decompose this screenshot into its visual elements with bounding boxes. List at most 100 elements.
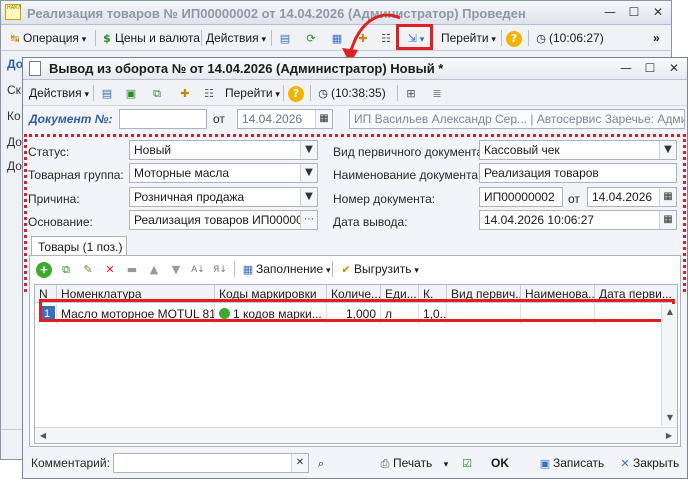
bg-help-button[interactable]: ? [506,29,522,47]
move-up-button[interactable]: ▲ [146,260,162,278]
checkmark-icon: ☑ [462,456,472,470]
save-button[interactable]: ▣ Записать [537,454,604,472]
close-button[interactable]: ✕ Закрыть [617,454,679,472]
dialog-close-icon[interactable]: ✕ [667,61,681,75]
bg-letter-2: Ск [7,83,21,97]
tab-goods[interactable]: Товары (1 поз.) [31,236,127,256]
document-icon [29,61,41,76]
list-icon: ≣ [432,86,442,100]
create-based-button[interactable]: ✚ [177,84,193,102]
organization-field[interactable]: ИП Васильев Александр Сер... | Автосерви… [349,109,685,129]
post-button[interactable]: ▤ [99,84,115,102]
refresh-icon: ⟳ [306,31,316,45]
time-label: (10:38:35) [331,86,386,100]
add-row-button[interactable]: + [36,260,52,278]
document-number-field[interactable] [119,109,207,129]
dialog-footer: Комментарий: ✕ ⌕ ⎙ Печать ▾ ☑ OK ▣ Записат… [23,448,687,478]
table-row-highlight [39,299,675,322]
scroll-up-icon[interactable]: ▲ [662,304,678,320]
help-button[interactable]: ? [288,84,304,102]
sort-desc-button[interactable]: Я↓ [212,260,228,278]
hierarchy-icon: ⊞ [406,86,416,100]
close-x-icon: ✕ [620,456,630,470]
document-header-row: Документ №: от 14.04.2026 ▦ ИП Васильев … [23,106,687,134]
bg-post-button[interactable]: ▤ [277,29,293,47]
bg-time-label: (10:06:27) [549,31,604,45]
structure-icon: ☷ [204,86,214,100]
print-dropdown-icon[interactable]: ▾ [432,460,449,470]
bg-actions-menu[interactable]: Действия [206,29,266,47]
vertical-scrollbar[interactable]: ▲ ▼ [661,304,677,426]
actions-menu[interactable]: Действия [29,84,89,102]
end-edit-icon: ▬ [126,262,138,276]
ok-button[interactable]: OK [491,454,509,472]
arrow-down-icon: ▼ [171,262,181,276]
list-button[interactable]: ≣ [429,84,445,102]
document-post-icon: ▤ [101,86,113,100]
print-menu[interactable]: ⎙ Печать ▾ [377,454,449,472]
clock-icon: ◷ [318,86,328,100]
comment-search-button[interactable]: ⌕ [313,454,329,472]
bg-letter-3: Ко [7,109,21,123]
end-edit-button[interactable]: ▬ [124,260,140,278]
save-doc-button[interactable]: ▣ [123,84,139,102]
save-icon: ▣ [539,456,551,470]
print-check-button[interactable]: ☑ [459,454,475,472]
move-down-button[interactable]: ▼ [168,260,184,278]
bg-time-button[interactable]: ◷ (10:06:27) [533,29,604,47]
bg-letter-5: До [7,159,22,173]
close-label: Закрыть [633,456,680,470]
document-number-label: Документ №: [29,112,113,126]
bg-letter-1: До [7,57,24,71]
goto-menu[interactable]: Перейти [225,84,280,102]
minimize-icon[interactable]: — [603,5,617,19]
bg-goto-menu[interactable]: Перейти [441,29,496,47]
calendar-icon[interactable]: ▦ [315,110,332,128]
document-date-from-label: от [213,112,225,126]
bg-actions-label: Действия [206,31,266,45]
arrow-up-icon: ▲ [149,262,159,276]
dialog-minimize-icon[interactable]: — [619,61,633,75]
export-menu-label: Выгрузить [354,262,419,276]
delete-row-button[interactable]: ✕ [102,260,118,278]
save-label: Записать [553,456,605,470]
table-toolbar: + ⧉ ✎ ✕ ▬ ▲ ▼ A↓ Я↓ ▦Заполнение ✔Выгрузи… [30,256,680,282]
document-date-value: 14.04.2026 [242,112,303,126]
hierarchy-button[interactable]: ⊞ [403,84,419,102]
background-left-labels: До Ск Ко До До К [5,53,24,445]
comment-label: Комментарий: [31,456,110,470]
structure-button[interactable]: ☷ [201,84,217,102]
document-save-icon: ▣ [125,86,137,100]
add-icon: + [36,261,52,278]
operation-menu-label: Операция [23,31,86,45]
bg-toolbar-more[interactable]: » [653,29,660,47]
bg-refresh-button[interactable]: ⟳ [303,29,319,47]
copy-row-button[interactable]: ⧉ [58,260,74,278]
maximize-icon[interactable]: ☐ [627,5,641,19]
bg-goto-label: Перейти [441,31,496,45]
scroll-right-icon[interactable]: ▶ [661,428,677,444]
edit-row-button[interactable]: ✎ [80,260,96,278]
clear-icon[interactable]: ✕ [291,454,308,472]
horizontal-scrollbar[interactable]: ◀ ▶ [35,427,677,443]
withdrawal-dialog: Вывод из оборота № от 14.04.2026 (Админи… [22,57,688,479]
copy-row-icon: ⧉ [62,262,70,276]
close-icon[interactable]: ✕ [651,5,665,19]
search-icon: ⌕ [317,456,325,470]
operation-menu[interactable]: ↹ Операция [7,29,86,47]
delete-icon: ✕ [105,262,115,276]
scroll-left-icon[interactable]: ◀ [35,428,51,444]
scroll-down-icon[interactable]: ▼ [662,410,678,426]
document-date-field[interactable]: 14.04.2026 ▦ [237,109,333,129]
sort-asc-button[interactable]: A↓ [190,260,206,278]
export-menu[interactable]: ✔ Выгрузить [338,260,419,278]
time-button[interactable]: ◷ (10:38:35) [315,84,386,102]
copy-doc-button[interactable]: ⧉ [149,84,165,102]
invoice-app-icon: НАКЛ [5,4,22,20]
export-icon: ✔ [341,262,351,276]
dialog-maximize-icon[interactable]: ☐ [643,61,657,75]
sort-asc-icon: A↓ [191,264,205,275]
fill-menu[interactable]: ▦ Заполнение [240,260,331,278]
prices-button[interactable]: $ Цены и валюта [99,29,200,47]
comment-field[interactable]: ✕ [113,453,309,473]
